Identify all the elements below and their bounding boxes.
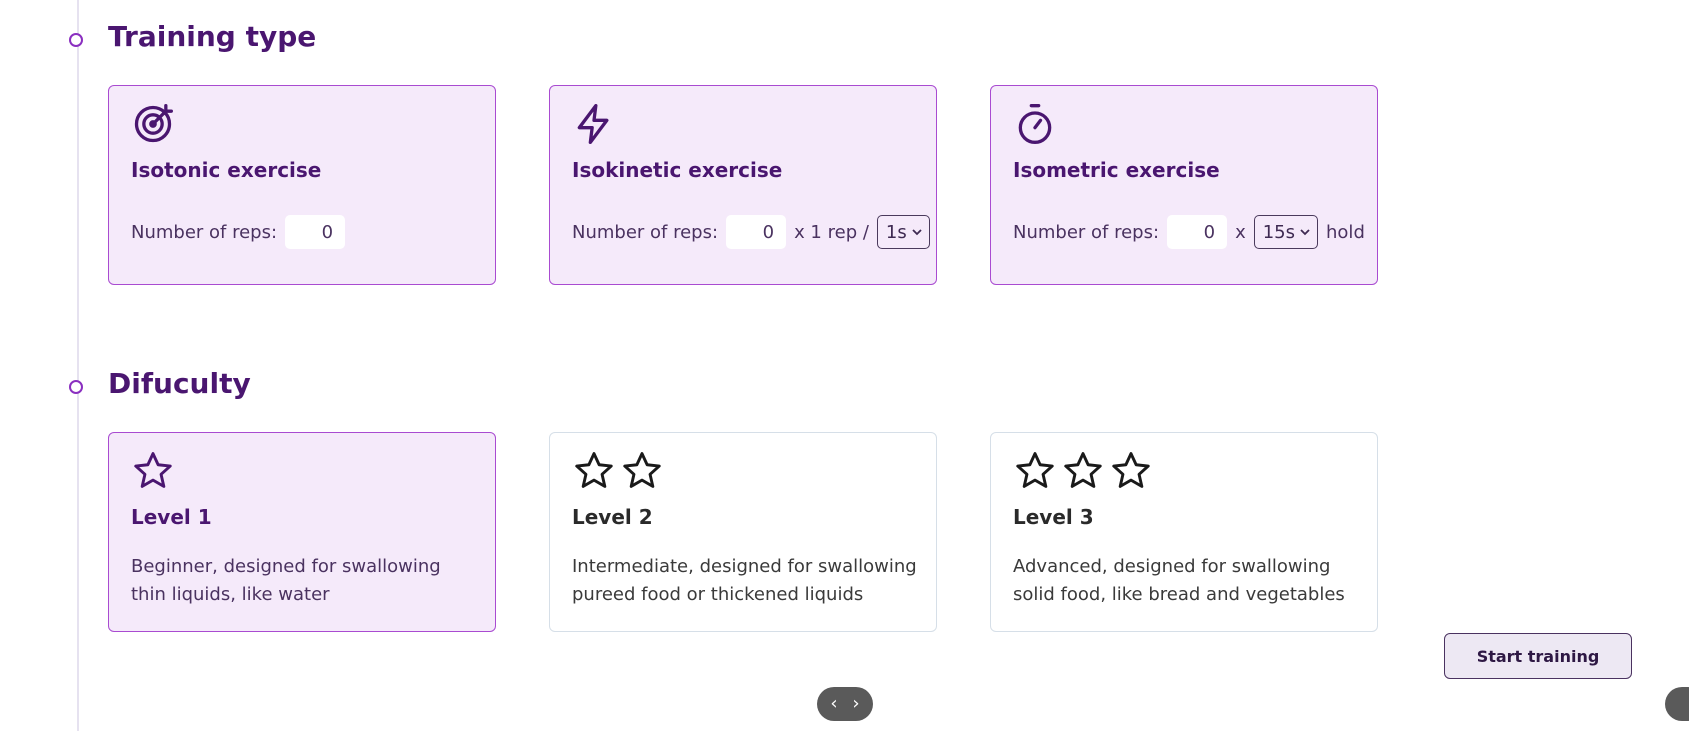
level-card-3[interactable]: Level 3 Advanced, designed for swallowin… xyxy=(990,432,1378,632)
level-description: Beginner, designed for swallowing thin l… xyxy=(131,556,441,605)
card-title: Isokinetic exercise xyxy=(572,158,783,182)
level-description: Advanced, designed for swallowing solid … xyxy=(1013,556,1345,605)
star-icon xyxy=(1064,452,1102,488)
multiplier-text: x xyxy=(1235,221,1246,243)
duration-select[interactable]: 1s xyxy=(876,215,930,249)
chevron-down-icon xyxy=(912,229,922,236)
star-rating xyxy=(131,449,175,493)
reps-input[interactable] xyxy=(285,215,346,249)
hold-suffix: hold xyxy=(1326,221,1365,243)
stopwatch-icon xyxy=(1013,102,1057,150)
card-isokinetic[interactable]: Isokinetic exercise Number of reps: x 1 … xyxy=(549,85,937,285)
hold-duration-select[interactable]: 15s xyxy=(1253,215,1319,249)
star-icon xyxy=(1016,452,1054,488)
section-marker-training xyxy=(69,33,83,47)
level-title: Level 3 xyxy=(1013,505,1094,529)
card-isometric[interactable]: Isometric exercise Number of reps: x 15s… xyxy=(990,85,1378,285)
rep-multiplier-text: x 1 rep / xyxy=(794,221,869,243)
chevron-right-icon[interactable]: › xyxy=(852,695,859,713)
reps-input[interactable] xyxy=(726,215,787,249)
timeline-line xyxy=(77,0,79,731)
star-rating xyxy=(1013,449,1153,493)
hold-duration-value: 15s xyxy=(1262,221,1296,243)
star-rating xyxy=(572,449,664,493)
target-icon xyxy=(131,102,175,150)
level-card-1[interactable]: Level 1 Beginner, designed for swallowin… xyxy=(108,432,496,632)
reps-label: Number of reps: xyxy=(131,221,278,243)
star-icon xyxy=(575,452,613,488)
pager-control: ‹ › xyxy=(817,687,873,721)
section-marker-difficulty xyxy=(69,380,83,394)
reps-label: Number of reps: xyxy=(572,221,719,243)
reps-label: Number of reps: xyxy=(1013,221,1160,243)
level-card-2[interactable]: Level 2 Intermediate, designed for swall… xyxy=(549,432,937,632)
level-title: Level 2 xyxy=(572,505,653,529)
level-title: Level 1 xyxy=(131,505,212,529)
section-title-difficulty: Difuculty xyxy=(108,367,251,400)
edge-scroll-chip[interactable] xyxy=(1665,687,1689,721)
card-title: Isometric exercise xyxy=(1013,158,1220,182)
star-icon xyxy=(134,452,172,488)
chevron-down-icon xyxy=(1300,229,1310,236)
chevron-left-icon[interactable]: ‹ xyxy=(830,695,837,713)
lightning-icon xyxy=(572,102,616,150)
card-isotonic[interactable]: Isotonic exercise Number of reps: xyxy=(108,85,496,285)
start-training-button[interactable]: Start training xyxy=(1444,633,1632,679)
duration-select-value: 1s xyxy=(885,221,907,243)
section-title-training: Training type xyxy=(108,20,317,53)
star-icon xyxy=(623,452,661,488)
level-description: Intermediate, designed for swallowing pu… xyxy=(572,556,917,605)
star-icon xyxy=(1112,452,1150,488)
card-title: Isotonic exercise xyxy=(131,158,322,182)
reps-input[interactable] xyxy=(1167,215,1228,249)
